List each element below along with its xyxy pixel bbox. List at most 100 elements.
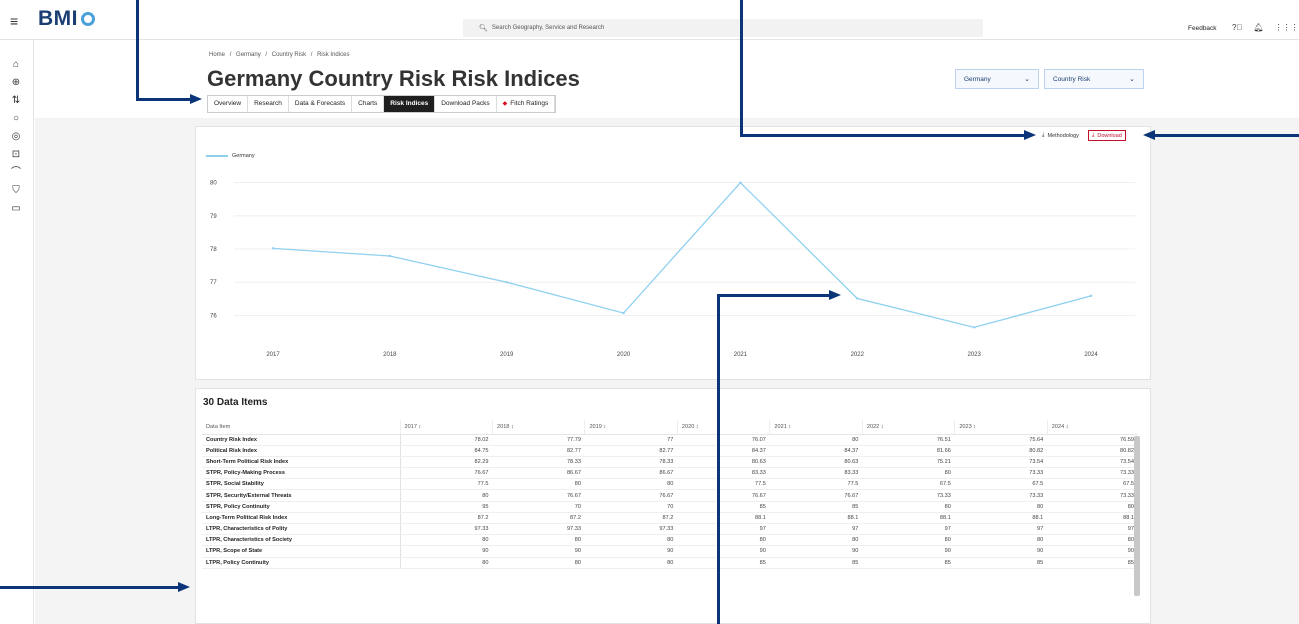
row-label: STPR, Policy-Making Process xyxy=(202,467,401,480)
tab-fitch-ratings[interactable]: ◆ Fitch Ratings xyxy=(496,96,556,112)
table-cell: 88.1 xyxy=(1047,512,1138,525)
x-tick-label: 2022 xyxy=(851,352,865,358)
table-cell: 70 xyxy=(492,501,585,513)
table-cell: 90 xyxy=(769,545,863,558)
table-cell: 76.67 xyxy=(584,489,678,502)
bell-icon[interactable]: 🔔︎ xyxy=(1253,23,1263,32)
column-header-year[interactable]: 2018 ↕ xyxy=(491,420,585,435)
service-select[interactable]: Country Risk ⌄ xyxy=(1044,69,1144,89)
search-input[interactable]: 🔍︎ Search Geography, Service and Researc… xyxy=(463,19,983,37)
tab-charts[interactable]: Charts xyxy=(352,96,385,112)
help-icon[interactable]: ?⃝ xyxy=(1232,23,1242,32)
column-header-year[interactable]: 2023 ↕ xyxy=(954,420,1048,435)
methodology-button[interactable]: ⤓ Methodology xyxy=(1039,130,1082,141)
y-tick-label: 77 xyxy=(210,280,217,286)
x-tick-label: 2017 xyxy=(266,352,280,358)
x-tick-label: 2021 xyxy=(734,352,748,358)
annotation-arrowhead xyxy=(178,582,190,592)
data-table: Data Item 2017 ↕ 2018 ↕ 2019 ↕ 2020 ↕ 2021 ↕ 2… xyxy=(202,420,1138,569)
hamburger-menu-icon[interactable]: ≡ xyxy=(10,13,18,29)
home-icon[interactable]: ⌂ xyxy=(9,58,23,72)
annotation-arrow-line xyxy=(136,0,139,100)
table-cell: 80.82 xyxy=(1047,445,1138,457)
data-point[interactable] xyxy=(271,247,275,250)
tab-overview[interactable]: Overview xyxy=(208,96,249,112)
column-header-year[interactable]: 2022 ↕ xyxy=(861,420,955,435)
bmi-logo[interactable]: BMI xyxy=(38,7,95,31)
table-cell: 76.59 xyxy=(1047,434,1138,446)
globe-icon[interactable]: ⊕ xyxy=(9,76,23,90)
column-header-year[interactable]: 2024 ↕ xyxy=(1046,420,1138,435)
table-cell: 84.75 xyxy=(400,445,493,457)
table-cell: 78.33 xyxy=(584,456,678,469)
data-point[interactable] xyxy=(1089,294,1093,298)
table-cell: 85 xyxy=(769,557,863,569)
sort-icon[interactable]: ⇅ xyxy=(9,94,23,108)
gauge-icon[interactable]: ⌒ xyxy=(9,166,23,180)
table-cell: 82.29 xyxy=(400,456,493,469)
table-cell: 88.1 xyxy=(677,512,770,525)
breadcrumb-home[interactable]: Home xyxy=(209,52,225,58)
table-cell: 84.37 xyxy=(769,445,863,457)
table-cell: 80 xyxy=(862,534,955,547)
column-header-year[interactable]: 2021 ↕ xyxy=(769,420,863,435)
table-cell: 80 xyxy=(954,501,1048,513)
target-icon[interactable]: ◎ xyxy=(9,130,23,144)
table-cell: 80 xyxy=(954,534,1048,547)
table-cell: 80 xyxy=(400,489,493,502)
breadcrumb-germany[interactable]: Germany xyxy=(236,52,261,58)
annotation-arrowhead xyxy=(1143,130,1155,140)
monitor-icon[interactable]: ▭ xyxy=(9,202,23,216)
column-header-year[interactable]: 2020 ↕ xyxy=(676,420,770,435)
tab-research[interactable]: Research xyxy=(248,96,289,112)
table-cell: 76.67 xyxy=(400,467,493,480)
table-cell: 87.2 xyxy=(584,512,678,525)
table-cell: 80 xyxy=(862,501,955,513)
table-cell: 86.67 xyxy=(492,467,585,480)
table-cell: 76.07 xyxy=(677,434,770,446)
puzzle-icon[interactable]: ⊡ xyxy=(9,148,23,162)
data-point[interactable] xyxy=(622,311,625,315)
fitch-diamond-icon: ◆ xyxy=(502,101,508,107)
data-point[interactable] xyxy=(505,281,508,284)
side-nav: ⌂ ⊕ ⇅ ○ ◎ ⊡ ⌒ ⛉ ▭ xyxy=(0,40,34,624)
table-cell: 80 xyxy=(862,467,955,480)
table-row: Long-Term Political Risk Index 87.2 87.2 87… xyxy=(202,512,1138,525)
country-select-value: Germany xyxy=(964,75,991,83)
country-select[interactable]: Germany ⌄ xyxy=(955,69,1039,89)
table-cell: 85 xyxy=(769,501,863,513)
table-cell: 78.33 xyxy=(492,456,585,469)
feedback-link[interactable]: Feedback xyxy=(1188,25,1217,32)
shield-icon[interactable]: ⛉ xyxy=(9,184,23,198)
download-label: Download xyxy=(1097,132,1122,139)
table-cell: 80 xyxy=(584,478,678,491)
tab-data-forecasts[interactable]: Data & Forecasts xyxy=(288,96,353,112)
data-point[interactable] xyxy=(739,181,742,184)
legend-swatch xyxy=(206,155,228,157)
tab-download-packs[interactable]: Download Packs xyxy=(435,96,497,112)
tab-risk-indices[interactable]: Risk Indices xyxy=(384,96,436,112)
x-tick-label: 2018 xyxy=(383,352,397,358)
y-tick-label: 79 xyxy=(210,214,217,220)
row-label: Short-Term Political Risk Index xyxy=(202,456,401,469)
column-header-year[interactable]: 2019 ↕ xyxy=(584,420,678,435)
breadcrumb-country-risk[interactable]: Country Risk xyxy=(272,52,306,58)
download-button[interactable]: ⤓ Download xyxy=(1087,130,1126,141)
apps-grid-icon[interactable]: ⋮⋮⋮ xyxy=(1275,23,1299,32)
column-header-year[interactable]: 2017 ↕ xyxy=(399,420,493,435)
table-cell: 80 xyxy=(769,434,863,446)
table-title: 30 Data Items xyxy=(203,397,268,408)
data-point[interactable] xyxy=(388,254,392,258)
table-cell: 80 xyxy=(400,557,493,569)
data-point[interactable] xyxy=(856,297,859,300)
breadcrumb: Home / Germany / Country Risk / Risk Ind… xyxy=(209,52,352,58)
series-line-germany[interactable] xyxy=(272,181,1092,329)
search-nav-icon[interactable]: ○ xyxy=(9,112,23,126)
data-point[interactable] xyxy=(972,326,976,329)
download-icon: ⤓ xyxy=(1091,132,1095,138)
table-scrollbar[interactable] xyxy=(1134,436,1140,596)
table-row: STPR, Social Stability 77.5 80 80 77.5 77.5 67… xyxy=(202,478,1138,491)
table-cell: 97 xyxy=(769,523,863,536)
table-cell: 82.77 xyxy=(492,445,585,457)
x-tick-label: 2020 xyxy=(617,352,631,358)
